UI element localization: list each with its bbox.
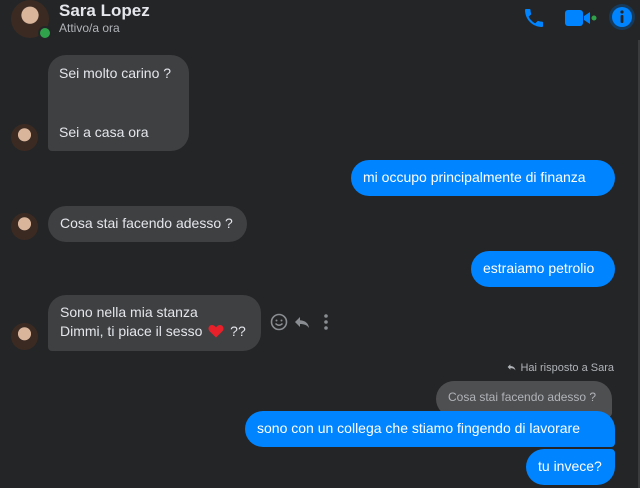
phone-icon[interactable] <box>522 6 546 30</box>
message-text-line: Dimmi, ti piace il sesso ?? <box>60 322 249 341</box>
react-emoji-icon[interactable] <box>270 313 288 331</box>
message-text: sono con un collega che stiamo fingendo … <box>257 420 580 436</box>
info-icon[interactable] <box>609 4 635 30</box>
reply-icon[interactable] <box>293 313 311 331</box>
message-text: ?? <box>230 323 246 339</box>
quoted-message-text: Cosa stai facendo adesso ? <box>448 390 597 404</box>
message-text: mi occupo principalmente di finanza <box>363 169 586 185</box>
contact-name[interactable]: Sara Lopez <box>59 1 150 21</box>
message-text: Sei molto carino ? <box>59 65 172 81</box>
video-call-icon[interactable] <box>563 6 597 30</box>
message-text: Dimmi, ti piace il sesso <box>60 323 203 339</box>
contact-avatar-small[interactable] <box>11 124 38 151</box>
contact-avatar-small[interactable] <box>11 213 38 240</box>
message-bubble-outgoing[interactable]: mi occupo principalmente di finanza <box>351 160 615 196</box>
message-bubble-outgoing[interactable]: tu invece? <box>526 449 615 485</box>
contact-status: Attivo/a ora <box>59 21 120 35</box>
contact-avatar-small[interactable] <box>11 323 38 350</box>
reply-indicator: Hai risposto a Sara <box>506 362 614 374</box>
online-status-dot <box>38 26 52 40</box>
message-bubble-incoming[interactable]: Cosa stai facendo adesso ? <box>48 206 247 242</box>
message-text: Sei a casa ora <box>59 124 149 140</box>
more-options-icon[interactable] <box>321 313 331 331</box>
message-text: tu invece? <box>538 458 602 474</box>
message-text: Sono nella mia stanza <box>60 304 198 320</box>
heart-emoji-icon <box>208 325 224 338</box>
message-bubble-outgoing[interactable]: sono con un collega che stiamo fingendo … <box>245 411 615 447</box>
conversation-header: Sara Lopez Attivo/a ora <box>0 0 640 40</box>
message-bubble-incoming[interactable]: Sei molto carino ? Sei a casa ora <box>48 55 189 151</box>
message-text: Cosa stai facendo adesso ? <box>60 215 233 231</box>
reply-indicator-text: Hai risposto a Sara <box>520 362 614 374</box>
reply-arrow-icon <box>508 364 516 371</box>
message-bubble-outgoing[interactable]: estraiamo petrolio <box>471 251 615 287</box>
message-bubble-incoming[interactable]: Sono nella mia stanza Dimmi, ti piace il… <box>48 295 261 351</box>
message-text: estraiamo petrolio <box>483 260 595 276</box>
